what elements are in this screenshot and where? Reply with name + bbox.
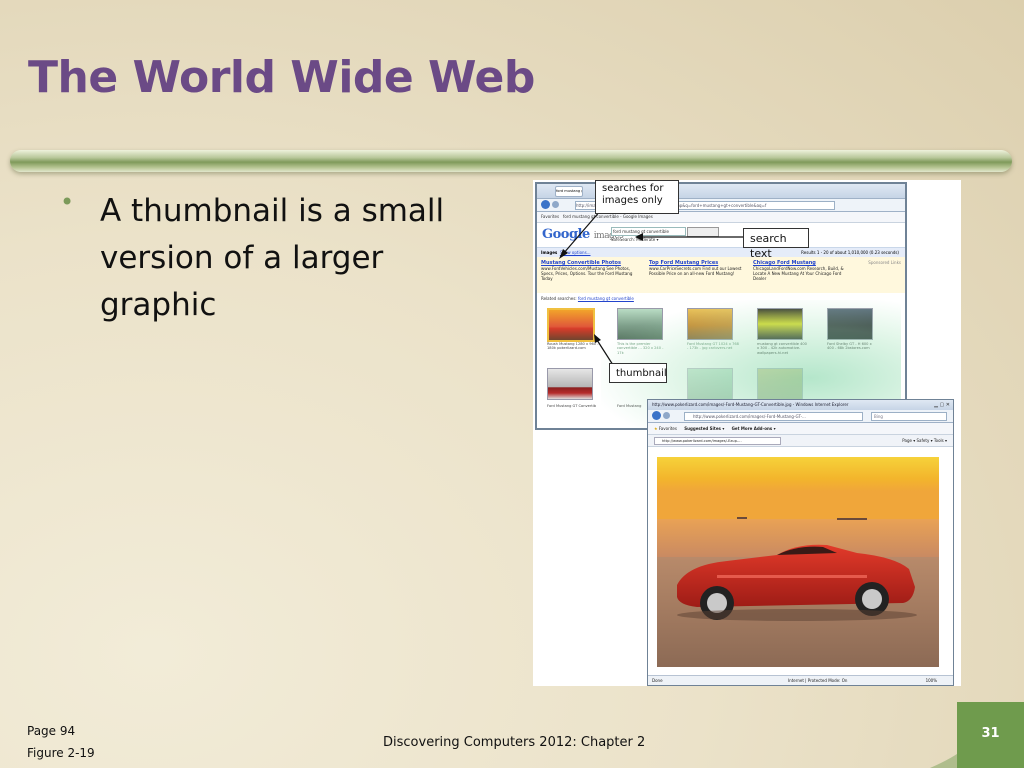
bullet-item: A thumbnail is a small version of a larg… xyxy=(100,193,445,323)
status-zone: Internet | Protected Mode: On xyxy=(788,678,848,683)
browser2-menus[interactable]: Page ▾ Safety ▾ Tools ▾ xyxy=(902,435,947,446)
get-more-addons[interactable]: Get More Add-ons ▾ xyxy=(732,426,776,431)
browser2-toolbar: http://www.pokerlizard.com/images/-Ezup-… xyxy=(648,435,953,447)
favorites-star-icon[interactable]: ★ xyxy=(654,426,658,431)
browser2-tab[interactable]: http://www.pokerlizard.com/images/-Ezup-… xyxy=(654,437,781,445)
bullet-list: • A thumbnail is a small version of a la… xyxy=(60,188,480,329)
forward-icon[interactable] xyxy=(663,412,670,419)
browser2-title: http://www.pokerlizard.com/images/-Ford-… xyxy=(652,402,849,407)
callout-thumbnail: thumbnail xyxy=(609,363,667,383)
browser2-titlebar: http://www.pokerlizard.com/images/-Ford-… xyxy=(648,400,953,410)
callout-search-text: search text xyxy=(743,228,809,260)
zoom-level[interactable]: 100% xyxy=(926,676,937,685)
footer-page-ref: Page 94 xyxy=(27,724,76,738)
callout-arrows xyxy=(559,209,743,366)
slide-number-box: 31 xyxy=(957,702,1024,768)
suggested-sites[interactable]: Suggested Sites ▾ xyxy=(684,426,724,431)
status-done: Done xyxy=(652,678,663,683)
favorites-label[interactable]: Favorites xyxy=(659,426,677,431)
sponsored-label: Sponsored Links xyxy=(868,260,901,265)
footer-reference: Page 94 Figure 2-19 xyxy=(27,720,95,764)
title-divider-bar xyxy=(10,150,1012,172)
arrow-to-images-link xyxy=(562,209,602,255)
bullet-dot-icon: • xyxy=(60,188,75,216)
footer-course-title: Discovering Computers 2012: Chapter 2 xyxy=(383,735,646,750)
back-icon[interactable] xyxy=(652,411,661,420)
slide-title: The World Wide Web xyxy=(28,52,535,103)
bing-search-input[interactable]: Bing xyxy=(871,412,947,421)
slide-number: 31 xyxy=(981,726,1000,741)
window-controls[interactable]: ▁ ▢ ✕ xyxy=(934,402,950,408)
browser2-statusbar: Done Internet | Protected Mode: On 100% xyxy=(648,675,953,685)
callout-searches-images: searches for images only xyxy=(595,180,679,214)
browser2-address-bar: http://www.pokerlizard.com/images/-Ford-… xyxy=(648,410,953,423)
mustang-convertible-photo xyxy=(657,457,939,667)
browser-window-full-image: http://www.pokerlizard.com/images/-Ford-… xyxy=(647,399,954,686)
arrow-to-thumbnail xyxy=(596,339,614,366)
footer-figure-ref: Figure 2-19 xyxy=(27,746,95,760)
browser2-favorites-bar: ★ Favorites Suggested Sites ▾ Get More A… xyxy=(648,423,953,435)
browser2-url-field[interactable]: http://www.pokerlizard.com/images/-Ford-… xyxy=(684,412,863,421)
